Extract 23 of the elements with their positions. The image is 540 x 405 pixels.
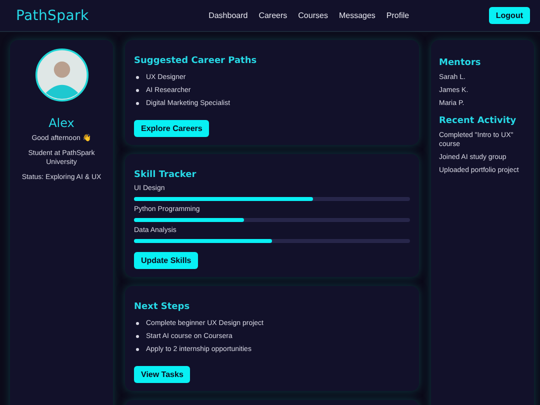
card-title: Skill Tracker: [134, 170, 198, 180]
nav-link[interactable]: Dashboard: [208, 11, 248, 20]
bullet-icon: [136, 322, 139, 325]
nav-link[interactable]: Profile: [386, 11, 410, 20]
bullet-icon: [136, 102, 139, 105]
update-skills-button[interactable]: Update Skills: [134, 252, 198, 269]
card-title: Mentors: [439, 58, 482, 68]
bullet-icon: [136, 335, 139, 338]
bullet-icon: [136, 89, 139, 92]
card-title: Next Steps: [134, 302, 191, 312]
avatar-photo-placeholder: [34, 48, 88, 102]
nav-link[interactable]: Careers: [258, 11, 288, 20]
explore-careers-button[interactable]: Explore Careers: [134, 120, 210, 137]
view-tasks-button[interactable]: View Tasks: [134, 366, 190, 383]
logout-button[interactable]: Logout: [488, 7, 530, 24]
nav-link[interactable]: Courses: [298, 11, 328, 20]
profile-name: Alex: [48, 116, 74, 130]
bullet-icon: [136, 348, 139, 351]
card-title: Recent Activity: [439, 116, 518, 126]
logo[interactable]: PathSpark: [16, 8, 89, 24]
bullet-icon: [136, 76, 139, 79]
nav-link[interactable]: Messages: [338, 11, 376, 20]
card-title: Suggested Career Paths: [134, 56, 258, 66]
